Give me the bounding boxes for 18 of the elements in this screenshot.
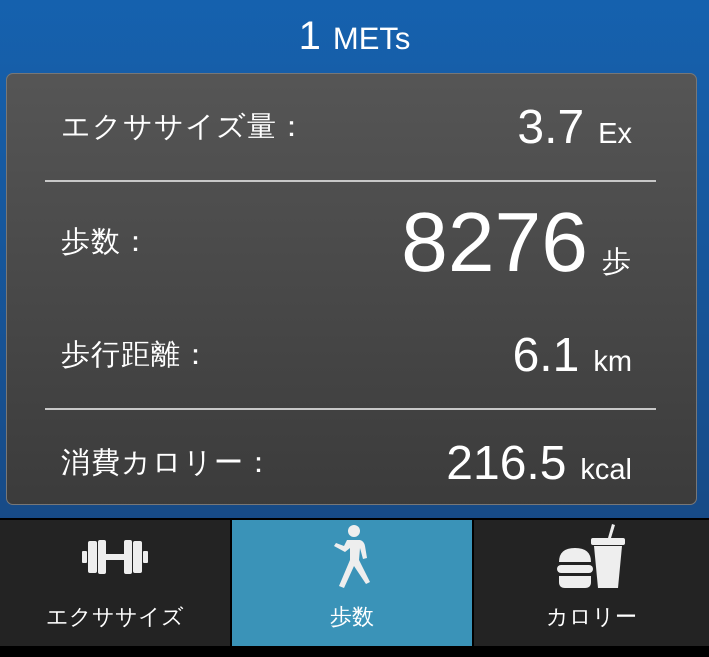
mets-unit: METs	[332, 21, 410, 57]
stat-unit: kcal	[580, 454, 632, 486]
stat-unit: 歩	[602, 244, 632, 280]
stat-value: 6.1	[512, 328, 580, 382]
dumbbell-icon	[82, 537, 148, 577]
tab[interactable]: エクササイズ	[0, 520, 230, 646]
stat-label: 歩行距離：	[61, 336, 211, 373]
stat-label: 歩数：	[61, 223, 151, 260]
burger-and-drink-icon	[556, 524, 626, 590]
stat-label: エクササイズ量：	[61, 108, 307, 145]
tab[interactable]: カロリー	[474, 520, 709, 646]
stat-value: 216.5	[446, 436, 566, 490]
stat-unit: Ex	[598, 118, 632, 150]
stat-value: 3.7	[517, 100, 584, 154]
stat-label: 消費カロリー：	[61, 444, 274, 481]
stat-value: 8276	[401, 194, 588, 290]
stat-unit: km	[593, 346, 632, 378]
mets-value: 1	[298, 14, 321, 59]
